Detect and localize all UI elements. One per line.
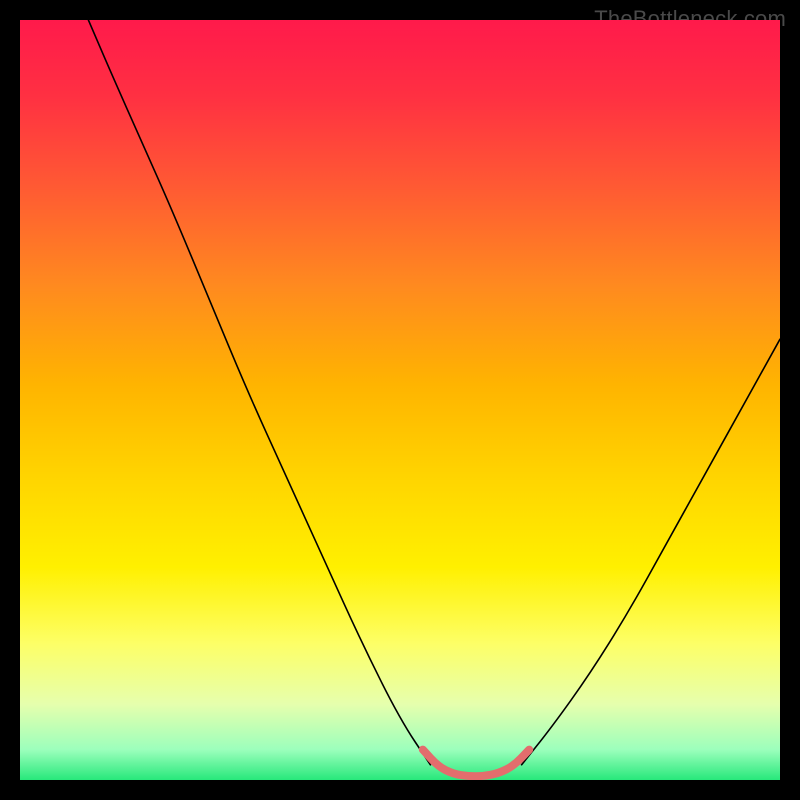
chart-container: TheBottleneck.com xyxy=(0,0,800,800)
chart-background xyxy=(20,20,780,780)
chart-svg xyxy=(20,20,780,780)
